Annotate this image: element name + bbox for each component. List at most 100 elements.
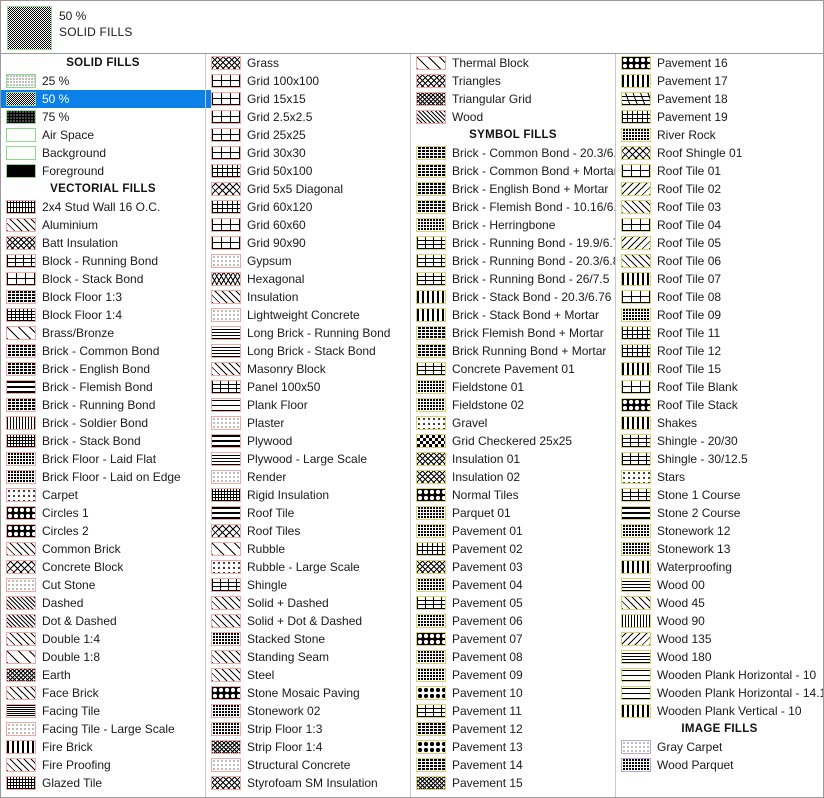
fill-list-item[interactable]: Shingle — [206, 576, 410, 594]
fill-list-item[interactable]: Brick Flemish Bond + Mortar — [411, 324, 615, 342]
fill-list-item[interactable]: Pavement 17 — [616, 72, 823, 90]
fill-list-item[interactable]: Glazed Tile — [1, 774, 205, 792]
fill-list-item[interactable]: Plywood — [206, 432, 410, 450]
fill-list-item[interactable]: Brick - Stack Bond — [1, 432, 205, 450]
fill-list-item[interactable]: Wood — [411, 108, 615, 126]
fill-list-item[interactable]: Insulation 02 — [411, 468, 615, 486]
fill-list-item[interactable]: Block Floor 1:3 — [1, 288, 205, 306]
fill-list-item[interactable]: Wood 90 — [616, 612, 823, 630]
fill-list-item[interactable]: Render — [206, 468, 410, 486]
fill-list-item[interactable]: Brick - Stack Bond - 20.3/6.76 — [411, 288, 615, 306]
fill-list-item[interactable]: Stonework 13 — [616, 540, 823, 558]
fill-list-item[interactable]: Pavement 04 — [411, 576, 615, 594]
fill-list-item[interactable]: Strip Floor 1:4 — [206, 738, 410, 756]
fill-list-item[interactable]: Long Brick - Stack Bond — [206, 342, 410, 360]
fill-list-item[interactable]: Pavement 18 — [616, 90, 823, 108]
fill-list-item[interactable]: Grid 60x60 — [206, 216, 410, 234]
fill-list-item[interactable]: Stacked Stone — [206, 630, 410, 648]
fill-list-item[interactable]: 2x4 Stud Wall 16 O.C. — [1, 198, 205, 216]
fill-list-item[interactable]: Triangles — [411, 72, 615, 90]
fill-list-item[interactable]: Pavement 05 — [411, 594, 615, 612]
fill-list-item[interactable]: Shingle - 30/12.5 — [616, 450, 823, 468]
fill-list-item[interactable]: Stone 2 Course — [616, 504, 823, 522]
fill-list-item[interactable]: Brick Running Bond + Mortar — [411, 342, 615, 360]
fill-list-item[interactable]: Circles 2 — [1, 522, 205, 540]
fill-list-item[interactable]: Brick Floor - Laid Flat — [1, 450, 205, 468]
fill-list-item[interactable]: Strip Floor 1:3 — [206, 720, 410, 738]
fill-list-item[interactable]: Brick - Stack Bond + Mortar — [411, 306, 615, 324]
fill-list-item[interactable]: Air Space — [1, 126, 205, 144]
fill-list-item[interactable]: Normal Tiles — [411, 486, 615, 504]
fill-list-item[interactable]: Wood Parquet — [616, 756, 823, 774]
fill-list-item[interactable]: Triangular Grid — [411, 90, 615, 108]
fill-list-item[interactable]: Grid 90x90 — [206, 234, 410, 252]
fill-list-item[interactable]: Grid 25x25 — [206, 126, 410, 144]
fill-list-item[interactable]: 25 % — [1, 72, 205, 90]
fill-list-item[interactable]: Pavement 13 — [411, 738, 615, 756]
fill-list-item[interactable]: Roof Tile 12 — [616, 342, 823, 360]
fill-list-item[interactable]: Rubble — [206, 540, 410, 558]
fill-list-item[interactable]: Grid 2.5x2.5 — [206, 108, 410, 126]
fill-list-item[interactable]: Pavement 07 — [411, 630, 615, 648]
fill-list-item[interactable]: Roof Tile 09 — [616, 306, 823, 324]
fill-list-item[interactable]: Standing Seam — [206, 648, 410, 666]
fill-list-item[interactable]: Concrete Block — [1, 558, 205, 576]
fill-list-item[interactable]: Insulation 01 — [411, 450, 615, 468]
fill-list-item[interactable]: Roof Tile 06 — [616, 252, 823, 270]
fill-list-item[interactable]: Pavement 15 — [411, 774, 615, 792]
fill-list-item[interactable]: Roof Tile 01 — [616, 162, 823, 180]
fill-list-item[interactable]: Double 1:8 — [1, 648, 205, 666]
fill-list-item[interactable]: Roof Tile 03 — [616, 198, 823, 216]
fill-list-item[interactable]: Facing Tile — [1, 702, 205, 720]
fill-list-item[interactable]: Brick - Flemish Bond — [1, 378, 205, 396]
fill-list-item[interactable]: Facing Tile - Large Scale — [1, 720, 205, 738]
fill-list-item[interactable]: Concrete Pavement 01 — [411, 360, 615, 378]
fill-list-item[interactable]: Background — [1, 144, 205, 162]
fill-list-item[interactable]: Gravel — [411, 414, 615, 432]
fill-list-item[interactable]: Roof Tile 07 — [616, 270, 823, 288]
fill-list-item[interactable]: Brick - Running Bond - 19.9/6.78 — [411, 234, 615, 252]
fill-list-item[interactable]: Fire Brick — [1, 738, 205, 756]
fill-list-item[interactable]: Roof Tile — [206, 504, 410, 522]
fill-list-item[interactable]: Earth — [1, 666, 205, 684]
fill-list-item[interactable]: Pavement 10 — [411, 684, 615, 702]
fill-list-item[interactable]: Steel — [206, 666, 410, 684]
fill-list-item[interactable]: Rigid Insulation — [206, 486, 410, 504]
fill-list-item[interactable]: Brick - Common Bond — [1, 342, 205, 360]
fill-list-item[interactable]: Gray Carpet — [616, 738, 823, 756]
fill-list-item[interactable]: Styrofoam SM Insulation — [206, 774, 410, 792]
fill-list-item[interactable]: Brick - Herringbone — [411, 216, 615, 234]
fill-list-item[interactable]: Roof Tile Stack — [616, 396, 823, 414]
fill-list-item[interactable]: Common Brick — [1, 540, 205, 558]
fill-list-item[interactable]: Thermal Block — [411, 54, 615, 72]
fill-list-item[interactable]: Grid 50x100 — [206, 162, 410, 180]
fill-list-item[interactable]: Wood 135 — [616, 630, 823, 648]
fill-list-item[interactable]: Roof Tile 02 — [616, 180, 823, 198]
fill-list-item[interactable]: Wooden Plank Horizontal - 14.15 — [616, 684, 823, 702]
fill-list-item[interactable]: Solid + Dashed — [206, 594, 410, 612]
fill-list-item[interactable]: Cut Stone — [1, 576, 205, 594]
fill-list-item[interactable]: Solid + Dot & Dashed — [206, 612, 410, 630]
fill-list-item[interactable]: Roof Tile 08 — [616, 288, 823, 306]
fill-list-item[interactable]: Stonework 02 — [206, 702, 410, 720]
fill-list-item[interactable]: Plywood - Large Scale — [206, 450, 410, 468]
fill-list-item[interactable]: Shingle - 20/30 — [616, 432, 823, 450]
fill-list-item[interactable]: Grid 5x5 Diagonal — [206, 180, 410, 198]
fill-list-item[interactable]: Lightweight Concrete — [206, 306, 410, 324]
fill-list-item[interactable]: Circles 1 — [1, 504, 205, 522]
fill-list-item[interactable]: Pavement 09 — [411, 666, 615, 684]
fill-list-item[interactable]: Face Brick — [1, 684, 205, 702]
fill-list-item[interactable]: Long Brick - Running Bond — [206, 324, 410, 342]
fill-list-item[interactable]: Pavement 01 — [411, 522, 615, 540]
fill-list-item[interactable]: Block Floor 1:4 — [1, 306, 205, 324]
fill-list-item[interactable]: Brick - Soldier Bond — [1, 414, 205, 432]
fill-list-item[interactable]: Brick Floor - Laid on Edge — [1, 468, 205, 486]
fill-list-item[interactable]: Plaster — [206, 414, 410, 432]
fill-list-item[interactable]: Stone Mosaic Paving — [206, 684, 410, 702]
fill-list-item[interactable]: Grid Checkered 25x25 — [411, 432, 615, 450]
fill-list-columns[interactable]: SOLID FILLS 25 % 50 % 75 % Air Space Backgrou… — [1, 54, 823, 797]
fill-list-item[interactable]: Fieldstone 02 — [411, 396, 615, 414]
fill-list-item[interactable]: Wooden Plank Horizontal - 10 — [616, 666, 823, 684]
fill-list-item[interactable]: Stone 1 Course — [616, 486, 823, 504]
fill-list-item[interactable]: Fire Proofing — [1, 756, 205, 774]
